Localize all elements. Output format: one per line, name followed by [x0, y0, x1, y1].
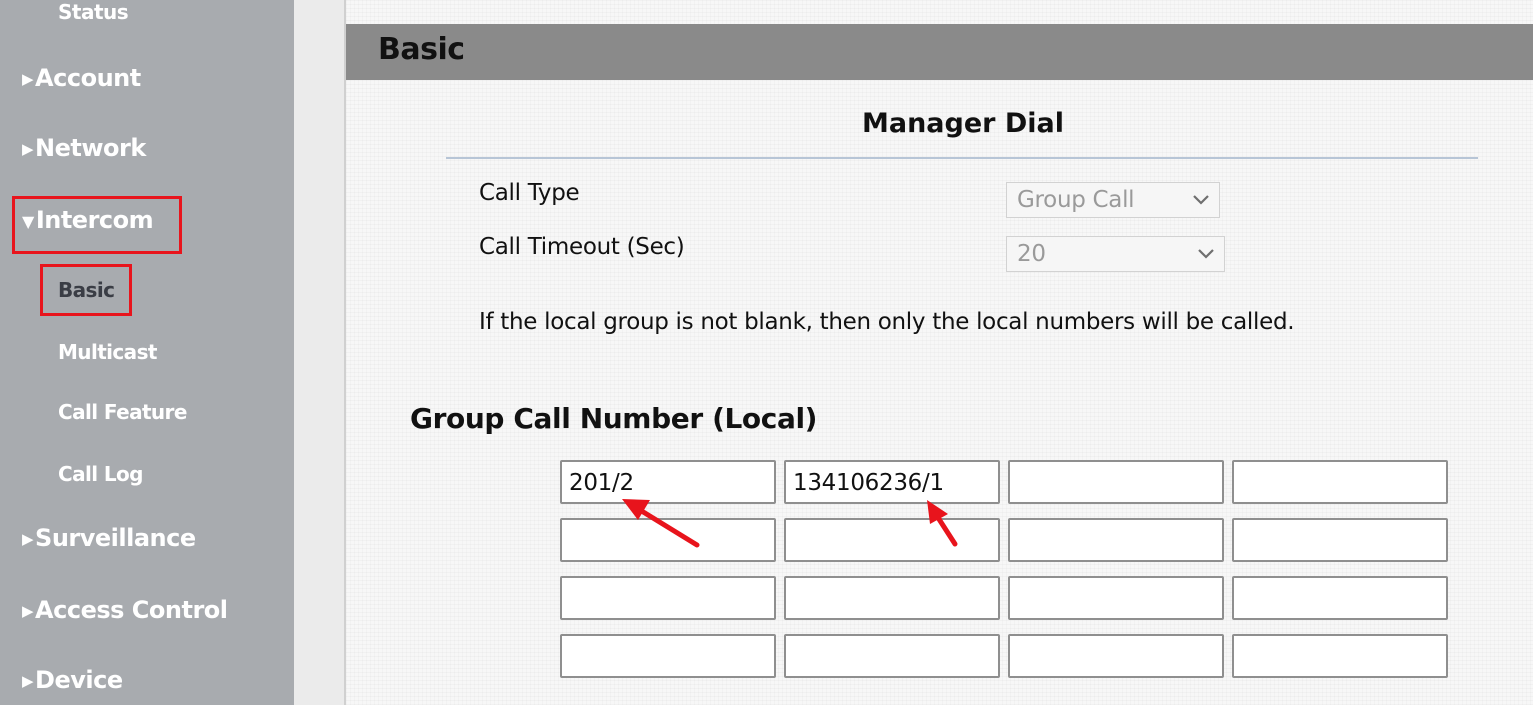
group-call-input[interactable]: [560, 576, 776, 620]
call-timeout-label: Call Timeout (Sec): [479, 234, 685, 260]
group-call-input[interactable]: [784, 576, 1000, 620]
sidebar-item-label: Device: [35, 666, 123, 694]
sidebar-item-label: Intercom: [35, 206, 154, 234]
call-type-label: Call Type: [479, 180, 580, 206]
sidebar-item-multicast[interactable]: Multicast: [58, 340, 157, 364]
call-timeout-select[interactable]: 20: [1006, 236, 1225, 272]
group-call-input[interactable]: [1232, 634, 1448, 678]
call-type-select[interactable]: Group Call: [1006, 182, 1220, 218]
sidebar-item-device[interactable]: ▶Device: [22, 666, 123, 694]
group-call-input[interactable]: [784, 518, 1000, 562]
page-title: Basic: [378, 32, 465, 67]
triangle-right-icon: ▶: [22, 70, 34, 88]
group-call-title: Group Call Number (Local): [410, 402, 818, 435]
group-call-input[interactable]: [1008, 460, 1224, 504]
group-call-input[interactable]: [560, 634, 776, 678]
sidebar-item-surveillance[interactable]: ▶Surveillance: [22, 524, 196, 552]
group-call-input[interactable]: [560, 518, 776, 562]
group-call-input[interactable]: [1008, 576, 1224, 620]
chevron-down-icon: [1193, 183, 1209, 205]
group-call-input[interactable]: [1008, 634, 1224, 678]
sidebar-item-access-control[interactable]: ▶Access Control: [22, 596, 228, 624]
group-call-input[interactable]: [1232, 460, 1448, 504]
triangle-right-icon: ▶: [22, 530, 34, 548]
sidebar-item-account[interactable]: ▶Account: [22, 64, 141, 92]
sidebar: Status ▶Account ▶Network ▼Intercom Basic…: [0, 0, 294, 705]
group-call-input[interactable]: [1008, 518, 1224, 562]
call-type-value: Group Call: [1017, 187, 1135, 213]
sidebar-item-label: Access Control: [35, 596, 228, 624]
sidebar-item-intercom[interactable]: ▼Intercom: [22, 206, 154, 234]
group-call-input[interactable]: [784, 634, 1000, 678]
triangle-down-icon: ▼: [22, 212, 34, 231]
group-call-input[interactable]: [1232, 576, 1448, 620]
sidebar-item-network[interactable]: ▶Network: [22, 134, 146, 162]
group-call-input[interactable]: [1232, 518, 1448, 562]
group-call-input[interactable]: 201/2: [560, 460, 776, 504]
section-divider: [446, 157, 1478, 159]
sidebar-item-label: Surveillance: [35, 524, 196, 552]
sidebar-item-status[interactable]: Status: [58, 0, 129, 24]
call-timeout-value: 20: [1017, 241, 1046, 267]
page-header: Basic: [346, 24, 1533, 80]
triangle-right-icon: ▶: [22, 602, 34, 620]
content-panel: Basic Manager Dial Call Type Group Call …: [344, 0, 1533, 705]
local-group-note: If the local group is not blank, then on…: [479, 309, 1295, 335]
sidebar-item-call-feature[interactable]: Call Feature: [58, 400, 187, 424]
sidebar-gutter: [294, 0, 344, 705]
sidebar-item-label: Account: [35, 64, 141, 92]
chevron-down-icon: [1198, 237, 1214, 259]
sidebar-item-call-log[interactable]: Call Log: [58, 462, 143, 486]
sidebar-item-basic[interactable]: Basic: [58, 278, 115, 302]
triangle-right-icon: ▶: [22, 140, 34, 158]
group-call-input[interactable]: 134106236/1: [784, 460, 1000, 504]
triangle-right-icon: ▶: [22, 672, 34, 690]
sidebar-item-label: Network: [35, 134, 146, 162]
manager-dial-title: Manager Dial: [862, 108, 1065, 139]
